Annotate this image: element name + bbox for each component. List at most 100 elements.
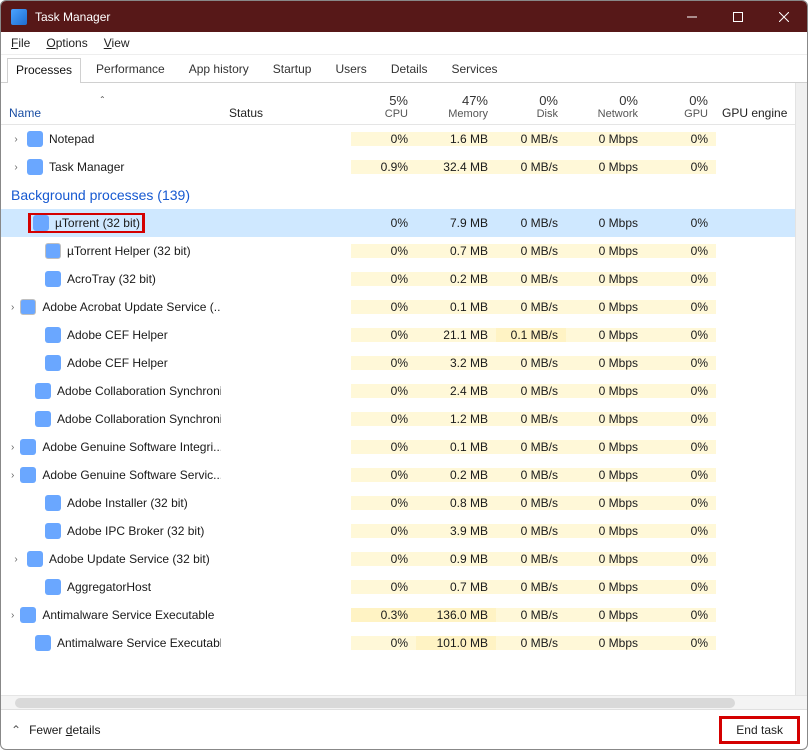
close-button[interactable] xyxy=(761,1,807,32)
process-row[interactable]: ›Adobe Genuine Software Servic...0%0.2 M… xyxy=(1,461,795,489)
expand-icon[interactable]: › xyxy=(11,134,21,145)
gpu-cell: 0% xyxy=(646,300,716,314)
process-row[interactable]: Adobe CEF Helper0%21.1 MB0.1 MB/s0 Mbps0… xyxy=(1,321,795,349)
network-cell: 0 Mbps xyxy=(566,412,646,426)
tab-app-history[interactable]: App history xyxy=(180,57,258,82)
expand-icon[interactable]: › xyxy=(11,442,14,453)
end-task-button[interactable]: End task xyxy=(722,719,797,741)
disk-cell: 0 MB/s xyxy=(496,132,566,146)
fewer-details-link[interactable]: Fewer details xyxy=(29,723,100,737)
network-cell: 0 Mbps xyxy=(566,524,646,538)
process-icon xyxy=(45,579,61,595)
process-row[interactable]: Adobe IPC Broker (32 bit)0%3.9 MB0 MB/s0… xyxy=(1,517,795,545)
process-row[interactable]: ›Task Manager0.9%32.4 MB0 MB/s0 Mbps0% xyxy=(1,153,795,181)
network-cell: 0 Mbps xyxy=(566,328,646,342)
disk-cell: 0 MB/s xyxy=(496,272,566,286)
col-status[interactable]: Status xyxy=(221,106,351,120)
disk-cell: 0 MB/s xyxy=(496,216,566,230)
cpu-cell: 0% xyxy=(351,244,416,258)
process-row[interactable]: Antimalware Service Executable...0%101.0… xyxy=(1,629,795,657)
process-icon xyxy=(20,607,36,623)
process-row[interactable]: µTorrent (32 bit)0%7.9 MB0 MB/s0 Mbps0% xyxy=(1,209,795,237)
disk-cell: 0 MB/s xyxy=(496,580,566,594)
expand-icon[interactable]: › xyxy=(11,470,14,481)
disk-cell: 0 MB/s xyxy=(496,636,566,650)
process-icon xyxy=(45,495,61,511)
process-row[interactable]: ›Notepad0%1.6 MB0 MB/s0 Mbps0% xyxy=(1,125,795,153)
menu-view[interactable]: View xyxy=(104,36,130,50)
network-cell: 0 Mbps xyxy=(566,300,646,314)
col-network[interactable]: 0%Network xyxy=(566,93,646,120)
vertical-scrollbar[interactable] xyxy=(795,83,807,695)
process-row[interactable]: ›Adobe Genuine Software Integri...0%0.1 … xyxy=(1,433,795,461)
memory-cell: 0.1 MB xyxy=(416,300,496,314)
process-row[interactable]: AggregatorHost0%0.7 MB0 MB/s0 Mbps0% xyxy=(1,573,795,601)
memory-cell: 101.0 MB xyxy=(416,636,496,650)
process-row[interactable]: Adobe Collaboration Synchroni...0%2.4 MB… xyxy=(1,377,795,405)
cpu-cell: 0% xyxy=(351,300,416,314)
memory-cell: 21.1 MB xyxy=(416,328,496,342)
process-row[interactable]: ›Adobe Update Service (32 bit)0%0.9 MB0 … xyxy=(1,545,795,573)
col-memory[interactable]: 47%Memory xyxy=(416,93,496,120)
tab-startup[interactable]: Startup xyxy=(264,57,321,82)
horizontal-scrollbar[interactable] xyxy=(1,695,807,709)
process-row[interactable]: Adobe Collaboration Synchroni...0%1.2 MB… xyxy=(1,405,795,433)
disk-cell: 0 MB/s xyxy=(496,468,566,482)
col-gpu-engine[interactable]: GPU engine xyxy=(716,106,795,120)
col-cpu[interactable]: 5%CPU xyxy=(351,93,416,120)
disk-cell: 0 MB/s xyxy=(496,384,566,398)
cpu-cell: 0% xyxy=(351,552,416,566)
col-disk[interactable]: 0%Disk xyxy=(496,93,566,120)
gpu-cell: 0% xyxy=(646,132,716,146)
process-row[interactable]: Adobe CEF Helper0%3.2 MB0 MB/s0 Mbps0% xyxy=(1,349,795,377)
process-icon xyxy=(27,159,43,175)
cpu-cell: 0% xyxy=(351,384,416,398)
disk-cell: 0 MB/s xyxy=(496,440,566,454)
process-name: Adobe Genuine Software Servic... xyxy=(42,468,221,482)
process-icon xyxy=(20,299,36,315)
col-name[interactable]: ⌃ Name xyxy=(1,95,221,120)
tab-processes[interactable]: Processes xyxy=(7,58,81,83)
disk-cell: 0 MB/s xyxy=(496,244,566,258)
process-name: Adobe Collaboration Synchroni... xyxy=(57,412,221,426)
process-name: AcroTray (32 bit) xyxy=(67,272,156,286)
process-name: Adobe Update Service (32 bit) xyxy=(49,552,210,566)
process-row[interactable]: Adobe Installer (32 bit)0%0.8 MB0 MB/s0 … xyxy=(1,489,795,517)
process-row[interactable]: ›Antimalware Service Executable0.3%136.0… xyxy=(1,601,795,629)
tab-users[interactable]: Users xyxy=(326,57,375,82)
window-title: Task Manager xyxy=(35,10,110,24)
gpu-cell: 0% xyxy=(646,384,716,398)
gpu-cell: 0% xyxy=(646,216,716,230)
col-gpu[interactable]: 0%GPU xyxy=(646,93,716,120)
process-row[interactable]: µTorrent Helper (32 bit)0%0.7 MB0 MB/s0 … xyxy=(1,237,795,265)
memory-cell: 0.7 MB xyxy=(416,580,496,594)
cpu-cell: 0% xyxy=(351,496,416,510)
gpu-cell: 0% xyxy=(646,160,716,174)
tab-services[interactable]: Services xyxy=(443,57,507,82)
expand-icon[interactable]: › xyxy=(11,162,21,173)
process-row[interactable]: AcroTray (32 bit)0%0.2 MB0 MB/s0 Mbps0% xyxy=(1,265,795,293)
disk-cell: 0 MB/s xyxy=(496,552,566,566)
disk-cell: 0 MB/s xyxy=(496,300,566,314)
minimize-button[interactable] xyxy=(669,1,715,32)
tab-details[interactable]: Details xyxy=(382,57,437,82)
chevron-up-icon[interactable]: ⌃ xyxy=(11,723,21,737)
expand-icon[interactable]: › xyxy=(11,610,14,621)
column-headers: ⌃ Name Status 5%CPU 47%Memory 0%Disk 0%N… xyxy=(1,83,795,125)
tab-performance[interactable]: Performance xyxy=(87,57,174,82)
task-manager-icon xyxy=(11,9,27,25)
process-name: Notepad xyxy=(49,132,94,146)
hscroll-thumb[interactable] xyxy=(15,698,735,708)
menu-file[interactable]: File xyxy=(11,36,30,50)
expand-icon[interactable]: › xyxy=(11,554,21,565)
maximize-button[interactable] xyxy=(715,1,761,32)
process-icon xyxy=(45,523,61,539)
expand-icon[interactable]: › xyxy=(11,302,14,313)
network-cell: 0 Mbps xyxy=(566,244,646,258)
menu-options[interactable]: Options xyxy=(46,36,87,50)
gpu-cell: 0% xyxy=(646,412,716,426)
disk-cell: 0.1 MB/s xyxy=(496,328,566,342)
memory-cell: 1.6 MB xyxy=(416,132,496,146)
process-row[interactable]: ›Adobe Acrobat Update Service (...0%0.1 … xyxy=(1,293,795,321)
network-cell: 0 Mbps xyxy=(566,608,646,622)
